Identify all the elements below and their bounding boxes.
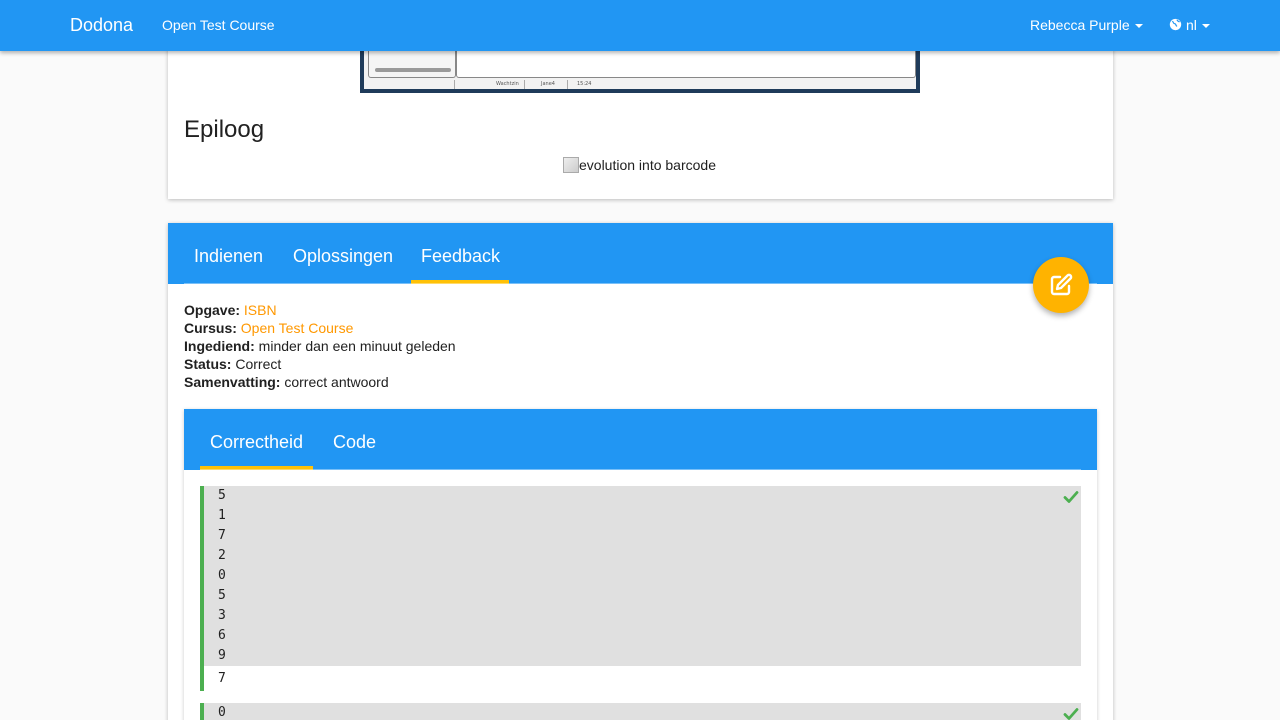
tab-indienen[interactable]: Indienen	[194, 246, 263, 267]
submission-card: Indienen Oplossingen Feedback Opgave: IS…	[168, 223, 1113, 720]
status-value: Correct	[235, 356, 282, 372]
tab-feedback[interactable]: Feedback	[421, 246, 500, 267]
exercise-label: Opgave:	[184, 302, 241, 318]
user-menu[interactable]: Rebecca Purple	[1030, 17, 1143, 33]
submitted-value: minder dan een minuut geleden	[258, 338, 456, 354]
tab-code[interactable]: Code	[333, 432, 376, 453]
course-label: Cursus:	[184, 320, 237, 336]
edit-button[interactable]	[1033, 257, 1089, 313]
section-heading: Epiloog	[184, 116, 265, 143]
screenshot-status-mid: Jane4	[541, 81, 555, 87]
output-line: 7	[218, 528, 226, 543]
barcode-image: evolution into barcode	[563, 157, 716, 173]
broken-image-icon	[563, 157, 579, 173]
top-navbar: Dodona Open Test Course Rebecca Purple n…	[0, 0, 1280, 51]
testcase: 5 1 7 2 0 5 3 6 9 7	[200, 486, 1081, 691]
output-line: 0	[218, 568, 226, 583]
summary-value: correct antwoord	[284, 374, 389, 390]
check-icon	[1063, 491, 1079, 503]
tab-correctheid[interactable]: Correctheid	[210, 432, 303, 453]
tab-oplossingen[interactable]: Oplossingen	[293, 246, 393, 267]
language-code: nl	[1186, 17, 1197, 33]
output-line: 5	[218, 588, 226, 603]
testcase-output: 5 1 7 2 0 5 3 6 9	[204, 486, 1081, 666]
screenshot-status-right: 15:24	[577, 81, 592, 87]
testcase-input: 7	[204, 666, 1081, 691]
course-link[interactable]: Open Test Course	[241, 320, 354, 336]
submission-tabs: Indienen Oplossingen Feedback	[168, 223, 1113, 284]
brand-logo[interactable]: Dodona	[70, 15, 133, 36]
feedback-results-card: Correctheid Code 5 1 7 2 0 5 3 6 9 7 0	[184, 409, 1097, 720]
summary-label: Samenvatting:	[184, 374, 281, 390]
output-line: 1	[218, 508, 226, 523]
submission-meta: Opgave: ISBN Cursus: Open Test Course In…	[184, 301, 456, 391]
image-alt-text: evolution into barcode	[579, 157, 716, 173]
caret-down-icon	[1134, 24, 1143, 29]
edit-icon	[1050, 273, 1073, 296]
screenshot-status-left: Wachtzin	[496, 81, 519, 87]
results-tabs: Correctheid Code	[184, 409, 1097, 470]
caret-down-icon	[1201, 24, 1210, 29]
output-line: 5	[218, 488, 226, 503]
output-line: 2	[218, 548, 226, 563]
output-line: 6	[218, 628, 226, 643]
language-menu[interactable]: nl	[1169, 17, 1210, 33]
testcase: 0	[200, 703, 1081, 720]
submitted-label: Ingediend:	[184, 338, 255, 354]
check-icon	[1063, 708, 1079, 720]
output-line: 9	[218, 648, 226, 663]
screenshot-statusbar: Wachtzin Jane4 15:24	[364, 80, 916, 89]
output-line: 0	[218, 705, 226, 720]
exercise-link[interactable]: ISBN	[244, 302, 277, 318]
globe-icon	[1169, 18, 1182, 31]
output-line: 3	[218, 608, 226, 623]
status-label: Status:	[184, 356, 232, 372]
user-name: Rebecca Purple	[1030, 17, 1130, 33]
testcase-output: 0	[204, 703, 1081, 720]
nav-course-link[interactable]: Open Test Course	[162, 17, 275, 33]
